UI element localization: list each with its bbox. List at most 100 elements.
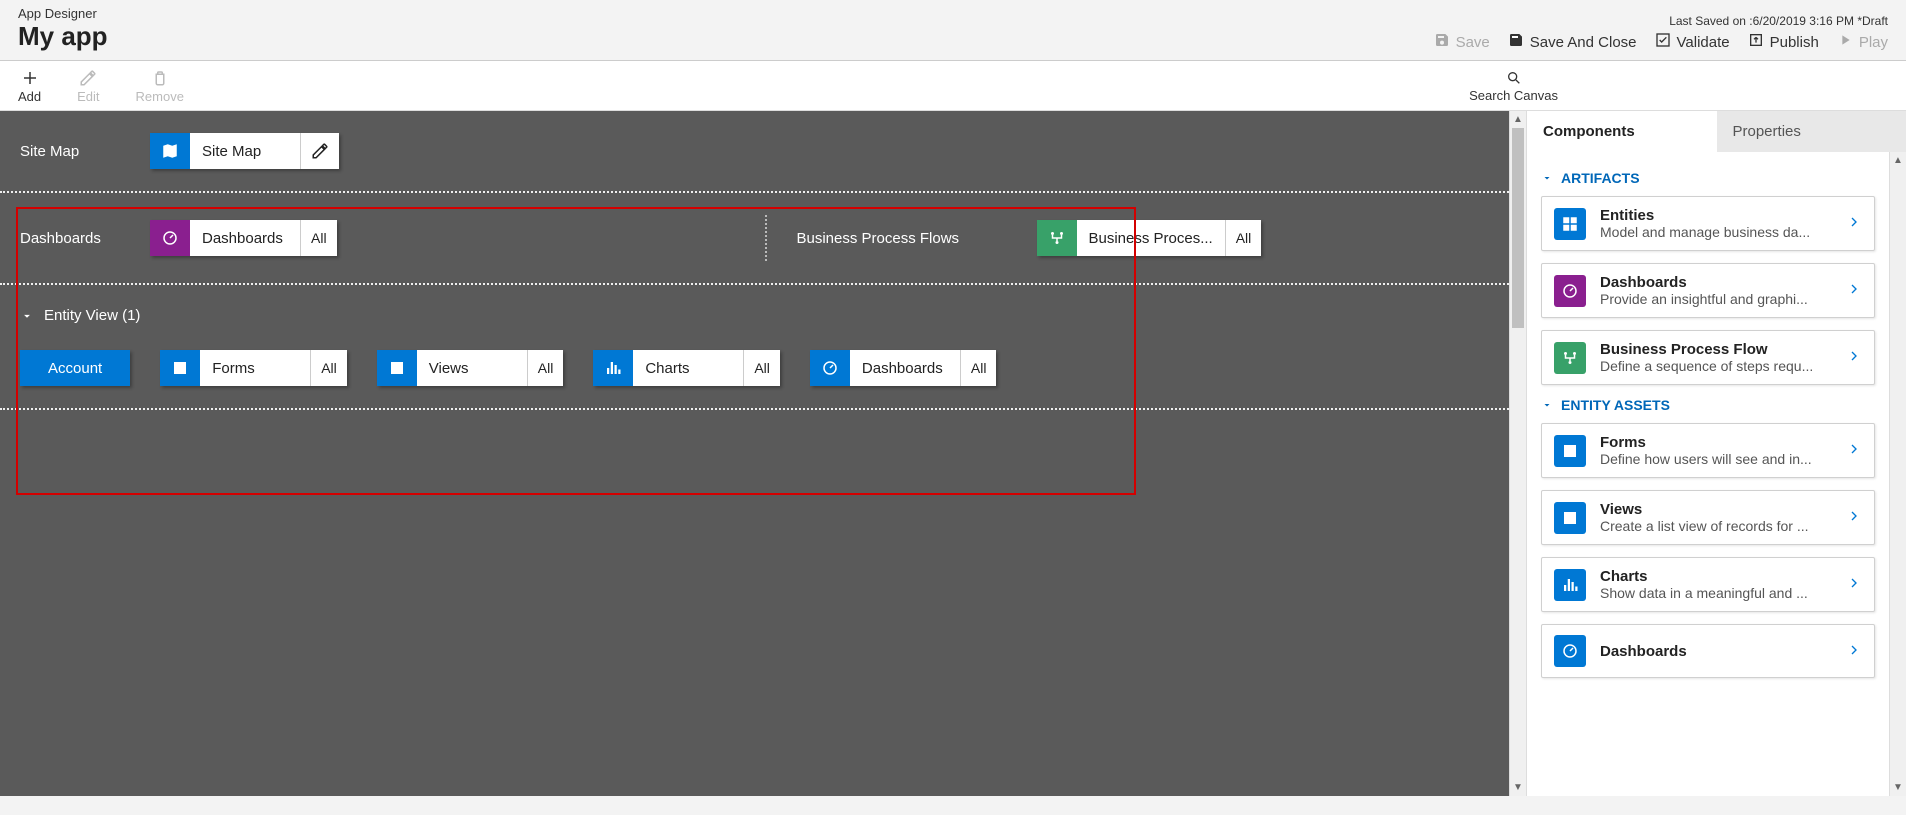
trash-icon: [151, 69, 169, 87]
dashboards-tile-label: Dashboards: [190, 220, 300, 256]
bpf-all-button[interactable]: All: [1225, 220, 1262, 256]
card-entities[interactable]: Entities Model and manage business da...: [1541, 196, 1875, 251]
save-close-label: Save And Close: [1530, 34, 1637, 51]
card-asset-dashboards[interactable]: Dashboards: [1541, 624, 1875, 678]
chart-icon: [1554, 569, 1586, 601]
tab-components[interactable]: Components: [1527, 111, 1717, 152]
edit-label: Edit: [77, 89, 99, 104]
header-supertitle: App Designer: [18, 6, 108, 21]
plus-icon: [21, 69, 39, 87]
chevron-right-icon: [1846, 575, 1862, 594]
entity-account-tile[interactable]: Account: [20, 350, 130, 386]
bpf-tile[interactable]: Business Proces... All: [1037, 220, 1262, 256]
entity-forms-all[interactable]: All: [310, 350, 347, 386]
add-label: Add: [18, 89, 41, 104]
card-dashboards-desc: Provide an insightful and graphi...: [1600, 291, 1832, 307]
caret-down-icon: [1541, 172, 1553, 184]
side-panel: Components Properties ARTIFACTS Entities…: [1526, 111, 1906, 796]
save-and-close-button[interactable]: Save And Close: [1508, 32, 1637, 52]
gauge-icon: [1554, 635, 1586, 667]
card-dashboards-title: Dashboards: [1600, 274, 1832, 291]
entity-icon: [1554, 208, 1586, 240]
sitemap-row-label: Site Map: [20, 143, 150, 160]
entity-dashboards-all[interactable]: All: [960, 350, 997, 386]
edit-button: Edit: [77, 69, 99, 104]
validate-button[interactable]: Validate: [1655, 32, 1730, 52]
entity-dashboards-tile[interactable]: Dashboards All: [810, 350, 997, 386]
card-charts[interactable]: Charts Show data in a meaningful and ...: [1541, 557, 1875, 612]
chevron-right-icon: [1846, 642, 1862, 661]
card-forms-title: Forms: [1600, 434, 1832, 451]
entity-account-label: Account: [48, 360, 102, 377]
save-close-icon: [1508, 32, 1524, 52]
entity-view-label: Entity View (1): [44, 307, 140, 324]
form-icon: [160, 350, 200, 386]
search-canvas-button[interactable]: Search Canvas: [1469, 70, 1558, 103]
entity-views-label: Views: [417, 350, 527, 386]
gauge-icon: [1554, 275, 1586, 307]
dashboards-tile[interactable]: Dashboards All: [150, 220, 337, 256]
save-status: Last Saved on :6/20/2019 3:16 PM *Draft: [1434, 14, 1888, 28]
entity-charts-all[interactable]: All: [743, 350, 780, 386]
dashboards-all-button[interactable]: All: [300, 220, 337, 256]
play-button: Play: [1837, 32, 1888, 52]
sitemap-tile[interactable]: Site Map: [150, 133, 339, 169]
add-button[interactable]: Add: [18, 69, 41, 104]
search-label: Search Canvas: [1469, 88, 1558, 103]
play-label: Play: [1859, 34, 1888, 51]
card-charts-desc: Show data in a meaningful and ...: [1600, 585, 1832, 601]
card-entities-title: Entities: [1600, 207, 1832, 224]
sidepanel-scrollbar[interactable]: ▲ ▼: [1889, 152, 1906, 796]
card-forms[interactable]: Forms Define how users will see and in..…: [1541, 423, 1875, 478]
card-charts-title: Charts: [1600, 568, 1832, 585]
entity-charts-tile[interactable]: Charts All: [593, 350, 780, 386]
remove-label: Remove: [136, 89, 184, 104]
remove-button: Remove: [136, 69, 184, 104]
card-views-title: Views: [1600, 501, 1832, 518]
assets-header-label: ENTITY ASSETS: [1561, 397, 1670, 413]
form-icon: [1554, 435, 1586, 467]
vertical-divider: [765, 215, 767, 261]
entity-dashboards-label: Dashboards: [850, 350, 960, 386]
dashboards-row-label: Dashboards: [20, 230, 150, 247]
caret-down-icon: [20, 309, 34, 323]
card-views[interactable]: Views Create a list view of records for …: [1541, 490, 1875, 545]
map-icon: [150, 133, 190, 169]
entity-views-all[interactable]: All: [527, 350, 564, 386]
canvas-area: Site Map Site Map Dashboards Dashbo: [0, 111, 1526, 796]
card-entities-desc: Model and manage business da...: [1600, 224, 1832, 240]
pencil-icon: [79, 69, 97, 87]
assets-section-header[interactable]: ENTITY ASSETS: [1541, 397, 1875, 413]
card-bpf-desc: Define a sequence of steps requ...: [1600, 358, 1832, 374]
grid-icon: [377, 350, 417, 386]
page-title: My app: [18, 21, 108, 52]
publish-button[interactable]: Publish: [1748, 32, 1819, 52]
entity-views-tile[interactable]: Views All: [377, 350, 564, 386]
entity-forms-tile[interactable]: Forms All: [160, 350, 347, 386]
canvas-scrollbar[interactable]: ▲ ▼: [1509, 111, 1526, 796]
bpf-row-label: Business Process Flows: [777, 230, 1037, 247]
entity-view-toggle[interactable]: Entity View (1): [20, 307, 1489, 324]
search-icon: [1506, 70, 1522, 86]
gauge-icon: [150, 220, 190, 256]
validate-label: Validate: [1677, 34, 1730, 51]
play-icon: [1837, 32, 1853, 52]
toolbar: Add Edit Remove Search Canvas: [0, 61, 1906, 111]
chevron-right-icon: [1846, 281, 1862, 300]
chart-icon: [593, 350, 633, 386]
save-label: Save: [1456, 34, 1490, 51]
sitemap-edit-button[interactable]: [300, 133, 339, 169]
flow-icon: [1037, 220, 1077, 256]
chevron-right-icon: [1846, 348, 1862, 367]
grid-icon: [1554, 502, 1586, 534]
artifacts-header-label: ARTIFACTS: [1561, 170, 1640, 186]
card-bpf-title: Business Process Flow: [1600, 341, 1832, 358]
gauge-icon: [810, 350, 850, 386]
card-dashboards[interactable]: Dashboards Provide an insightful and gra…: [1541, 263, 1875, 318]
chevron-right-icon: [1846, 214, 1862, 233]
save-button: Save: [1434, 32, 1490, 52]
chevron-right-icon: [1846, 441, 1862, 460]
tab-properties[interactable]: Properties: [1717, 111, 1906, 152]
card-bpf[interactable]: Business Process Flow Define a sequence …: [1541, 330, 1875, 385]
artifacts-section-header[interactable]: ARTIFACTS: [1541, 170, 1875, 186]
